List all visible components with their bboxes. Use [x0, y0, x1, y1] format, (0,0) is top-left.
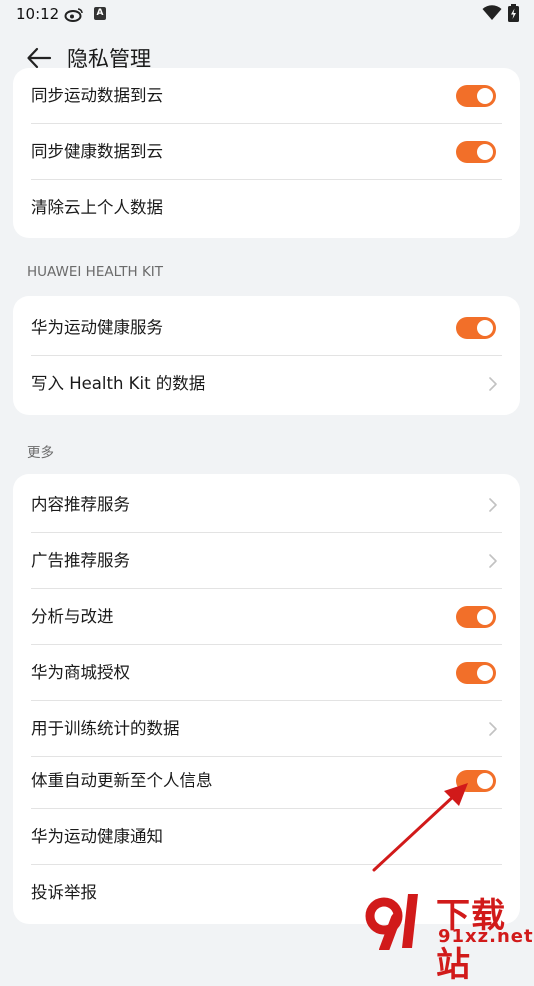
health-kit-card: 华为运动健康服务 写入 Health Kit 的数据 — [13, 296, 520, 415]
row-label: 内容推荐服务 — [31, 495, 130, 514]
chevron-right-icon — [489, 377, 497, 391]
watermark-logo-icon — [365, 894, 418, 950]
row-training-stats-data[interactable]: 用于训练统计的数据 — [13, 701, 520, 757]
row-analysis-improvement[interactable]: 分析与改进 — [13, 589, 520, 645]
toggle-knob — [477, 609, 493, 625]
battery-icon — [508, 4, 519, 22]
sync-sport-data-toggle[interactable] — [456, 85, 496, 107]
annotation-arrow — [372, 783, 468, 872]
row-label: 分析与改进 — [31, 607, 114, 626]
row-clear-cloud-data[interactable]: 清除云上个人数据 — [13, 180, 520, 236]
row-label: 同步运动数据到云 — [31, 86, 163, 105]
analysis-improvement-toggle[interactable] — [456, 606, 496, 628]
row-label: 用于训练统计的数据 — [31, 719, 180, 738]
row-label: 写入 Health Kit 的数据 — [31, 374, 206, 393]
toggle-knob — [477, 665, 493, 681]
notification-a-icon: A — [94, 7, 106, 20]
sync-health-data-toggle[interactable] — [456, 141, 496, 163]
row-huawei-health-service[interactable]: 华为运动健康服务 — [13, 300, 520, 356]
row-label: 华为运动健康服务 — [31, 318, 163, 337]
row-label: 体重自动更新至个人信息 — [31, 771, 213, 790]
row-label: 清除云上个人数据 — [31, 198, 163, 217]
row-label: 华为商城授权 — [31, 663, 130, 682]
row-label: 华为运动健康通知 — [31, 827, 163, 846]
toggle-knob — [477, 88, 493, 104]
weibo-icon — [64, 8, 83, 22]
huawei-health-service-toggle[interactable] — [456, 317, 496, 339]
section-title-more: 更多 — [27, 445, 54, 461]
toggle-knob — [477, 320, 493, 336]
status-bar: 10:12 A — [0, 0, 534, 30]
status-time: 10:12 — [16, 5, 60, 23]
row-content-recommendation[interactable]: 内容推荐服务 — [13, 477, 520, 533]
section-title-health-kit: HUAWEI HEALTH KIT — [27, 264, 164, 280]
row-label: 同步健康数据到云 — [31, 142, 163, 161]
chevron-right-icon — [489, 554, 497, 568]
cloud-sync-card: 同步运动数据到云 同步健康数据到云 清除云上个人数据 — [13, 68, 520, 238]
huawei-store-authorization-toggle[interactable] — [456, 662, 496, 684]
chevron-right-icon — [489, 498, 497, 512]
toggle-knob — [477, 144, 493, 160]
chevron-right-icon — [489, 722, 497, 736]
row-sync-sport-data[interactable]: 同步运动数据到云 — [13, 68, 520, 124]
row-health-kit-data[interactable]: 写入 Health Kit 的数据 — [13, 356, 520, 412]
row-label: 广告推荐服务 — [31, 551, 130, 570]
row-label: 投诉举报 — [31, 883, 97, 902]
watermark-url: 91xz.net — [438, 926, 534, 947]
row-sync-health-data[interactable]: 同步健康数据到云 — [13, 124, 520, 180]
row-huawei-store-authorization[interactable]: 华为商城授权 — [13, 645, 520, 701]
row-ad-recommendation[interactable]: 广告推荐服务 — [13, 533, 520, 589]
wifi-icon — [482, 5, 502, 20]
